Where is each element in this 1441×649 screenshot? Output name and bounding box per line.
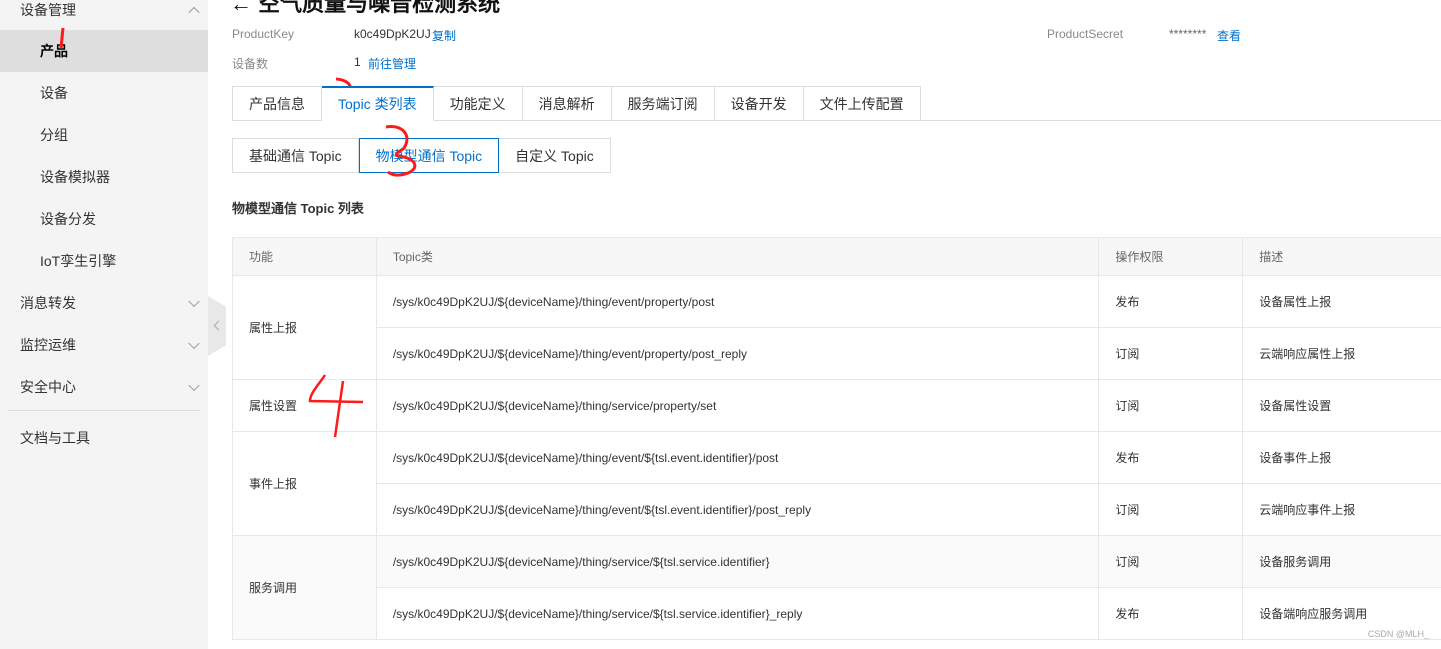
permission-cell: 发布: [1098, 587, 1244, 640]
topic-cell: /sys/k0c49DpK2UJ/${deviceName}/thing/ser…: [375, 587, 1100, 640]
chevron-down-icon: [188, 295, 200, 308]
tab-function-definition[interactable]: 功能定义: [433, 86, 523, 121]
sidebar-item-device-simulator[interactable]: 设备模拟器: [0, 156, 208, 198]
description-cell: 设备服务调用: [1242, 535, 1441, 588]
permission-cell: 订阅: [1098, 535, 1244, 588]
sidebar-item-label: 分组: [40, 127, 68, 143]
sidebar-item-iot-twin-engine[interactable]: IoT孪生引擎: [0, 240, 208, 282]
sidebar-item-label: 设备分发: [40, 211, 96, 227]
sidebar-group-device-management[interactable]: 设备管理: [0, 0, 208, 31]
topic-cell: /sys/k0c49DpK2UJ/${deviceName}/thing/ser…: [375, 379, 1100, 432]
header-topic: Topic类: [375, 237, 1100, 276]
header-permission: 操作权限: [1098, 237, 1244, 276]
subtab-thing-model-topic[interactable]: 物模型通信 Topic: [358, 138, 500, 173]
topic-table: 功能 Topic类 操作权限 描述 属性上报 /sys/k0c49DpK2UJ/…: [232, 237, 1441, 640]
device-count-value: 1: [354, 55, 361, 69]
product-tabs: 产品信息 Topic 类列表 功能定义 消息解析 服务端订阅 设备开发 文件上传…: [232, 86, 921, 121]
sidebar-item-label: 文档与工具: [20, 430, 90, 446]
subtab-custom-topic[interactable]: 自定义 Topic: [499, 138, 611, 173]
watermark: CSDN @MLH_: [1367, 629, 1429, 639]
topic-subtabs: 基础通信 Topic 物模型通信 Topic 自定义 Topic: [232, 138, 611, 173]
description-cell: 云端响应属性上报: [1242, 327, 1441, 380]
table-row: 属性设置 /sys/k0c49DpK2UJ/${deviceName}/thin…: [232, 379, 1441, 432]
sidebar-collapse-button[interactable]: [208, 296, 226, 356]
sidebar-group-message-forwarding[interactable]: 消息转发: [0, 282, 208, 324]
permission-cell: 发布: [1098, 431, 1244, 484]
chevron-up-icon: [188, 6, 200, 19]
table-row: /sys/k0c49DpK2UJ/${deviceName}/thing/eve…: [233, 483, 1441, 536]
view-secret-link[interactable]: 查看: [1217, 27, 1241, 44]
subtab-basic-topic[interactable]: 基础通信 Topic: [232, 138, 359, 173]
tab-server-subscription[interactable]: 服务端订阅: [611, 86, 715, 121]
sidebar-item-label: IoT孪生引擎: [40, 253, 117, 269]
function-cell: 属性上报: [232, 275, 377, 380]
topic-cell: /sys/k0c49DpK2UJ/${deviceName}/thing/eve…: [375, 275, 1100, 328]
sidebar-group-label: 设备管理: [20, 2, 76, 18]
sidebar-group-monitoring[interactable]: 监控运维: [0, 324, 208, 366]
sidebar-item-group[interactable]: 分组: [0, 114, 208, 156]
sidebar-group-label: 消息转发: [20, 295, 76, 311]
tab-device-development[interactable]: 设备开发: [714, 86, 804, 121]
tab-message-parsing[interactable]: 消息解析: [522, 86, 612, 121]
function-cell: 事件上报: [232, 431, 377, 536]
sidebar-item-label: 产品: [40, 43, 68, 59]
product-key-label: ProductKey: [232, 27, 295, 41]
sidebar-item-label: 设备模拟器: [40, 169, 110, 185]
description-cell: 设备属性设置: [1242, 379, 1441, 432]
sidebar-group-label: 安全中心: [20, 379, 76, 395]
table-row: 属性上报 /sys/k0c49DpK2UJ/${deviceName}/thin…: [232, 275, 1441, 380]
chevron-down-icon: [188, 379, 200, 392]
topic-cell: /sys/k0c49DpK2UJ/${deviceName}/thing/eve…: [375, 483, 1100, 536]
permission-cell: 发布: [1098, 275, 1244, 328]
header-description: 描述: [1242, 237, 1441, 276]
header-function: 功能: [232, 237, 377, 276]
topic-cell: /sys/k0c49DpK2UJ/${deviceName}/thing/eve…: [375, 327, 1100, 380]
sidebar-group-security-center[interactable]: 安全中心: [0, 366, 208, 408]
sidebar-divider: [8, 410, 200, 411]
table-row: /sys/k0c49DpK2UJ/${deviceName}/thing/ser…: [233, 587, 1441, 640]
page-title: ← 空气质量与噪音检测系统: [230, 0, 501, 16]
manage-devices-link[interactable]: 前往管理: [368, 55, 416, 72]
device-count-label: 设备数: [232, 57, 269, 71]
description-cell: 云端响应事件上报: [1242, 483, 1441, 536]
function-cell: 属性设置: [232, 379, 377, 432]
section-title: 物模型通信 Topic 列表: [232, 201, 364, 216]
chevron-down-icon: [188, 337, 200, 350]
chevron-left-icon: [213, 320, 224, 331]
product-key-value: k0c49DpK2UJ: [354, 27, 431, 41]
sidebar-group-label: 监控运维: [20, 337, 76, 353]
sidebar: 设备管理 产品 设备 分组 设备模拟器 设备分发 IoT孪生引擎 消息转发 监控…: [0, 0, 208, 649]
permission-cell: 订阅: [1098, 327, 1244, 380]
tab-product-info[interactable]: 产品信息: [232, 86, 322, 121]
sidebar-item-device-distribution[interactable]: 设备分发: [0, 198, 208, 240]
description-cell: 设备事件上报: [1242, 431, 1441, 484]
table-row: 事件上报 /sys/k0c49DpK2UJ/${deviceName}/thin…: [232, 431, 1441, 536]
description-cell: 设备属性上报: [1242, 275, 1441, 328]
tab-file-upload-config[interactable]: 文件上传配置: [803, 86, 921, 121]
sidebar-docs-and-tools[interactable]: 文档与工具: [0, 417, 208, 459]
tab-topic-list[interactable]: Topic 类列表: [322, 86, 434, 121]
table-row: /sys/k0c49DpK2UJ/${deviceName}/thing/eve…: [233, 327, 1441, 380]
topic-cell: /sys/k0c49DpK2UJ/${deviceName}/thing/ser…: [375, 535, 1100, 588]
permission-cell: 订阅: [1098, 379, 1244, 432]
product-secret-label: ProductSecret: [1047, 27, 1124, 41]
sidebar-item-product[interactable]: 产品: [0, 30, 208, 72]
product-secret-value: ********: [1169, 27, 1207, 41]
topic-cell: /sys/k0c49DpK2UJ/${deviceName}/thing/eve…: [375, 431, 1100, 484]
copy-link[interactable]: 复制: [432, 27, 456, 44]
sidebar-item-device[interactable]: 设备: [0, 72, 208, 114]
function-cell: 服务调用: [232, 535, 377, 640]
table-row: 服务调用 /sys/k0c49DpK2UJ/${deviceName}/thin…: [232, 535, 1441, 640]
permission-cell: 订阅: [1098, 483, 1244, 536]
sidebar-item-label: 设备: [40, 85, 68, 101]
